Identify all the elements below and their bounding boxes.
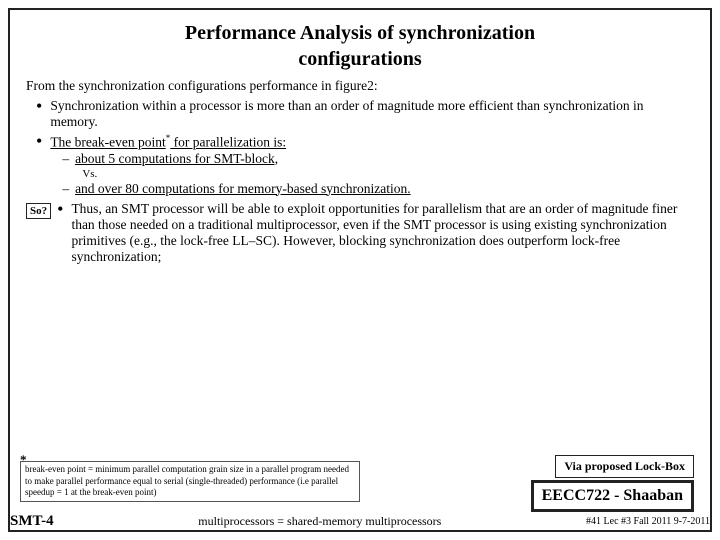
- break-even-suffix: for parallelization is:: [170, 135, 286, 150]
- vs-text: Vs.: [82, 168, 694, 180]
- title-line2: configurations: [298, 48, 421, 70]
- bullet-text-1: Synchronization within a processor is mo…: [50, 98, 694, 130]
- footnote-box: break-even point = minimum parallel comp…: [20, 461, 360, 502]
- bullet-dot-2: •: [36, 131, 42, 152]
- bullet-item-2: • The break-even point* for parallelizat…: [36, 133, 694, 198]
- so-text: Thus, an SMT processor will be able to e…: [71, 201, 694, 265]
- intro-text: From the synchronization configurations …: [26, 78, 694, 94]
- bottom-center: multiprocessors = shared-memory multipro…: [198, 514, 441, 529]
- title-line1: Performance Analysis of synchronization: [185, 22, 535, 44]
- bullet-list: • Synchronization within a processor is …: [36, 98, 694, 198]
- smt-label: SMT-4: [10, 513, 54, 530]
- main-container: Performance Analysis of synchronization …: [8, 8, 712, 532]
- sub-text-2: and over 80 computations for memory-base…: [75, 181, 411, 197]
- slide-title: Performance Analysis of synchronization …: [26, 20, 694, 72]
- via-box: Via proposed Lock-Box: [555, 455, 694, 478]
- bullet-dot-1: •: [36, 96, 42, 117]
- dash-2: –: [62, 181, 69, 197]
- sub-text-1: about 5 computations for SMT-block,: [75, 151, 278, 167]
- eecc-box: EECC722 - Shaaban: [531, 480, 694, 512]
- bottom-bar: SMT-4 multiprocessors = shared-memory mu…: [10, 513, 710, 530]
- dash-line-2: – and over 80 computations for memory-ba…: [62, 181, 694, 197]
- lec-info: #41 Lec #3 Fall 2011 9-7-2011: [586, 516, 710, 527]
- dash-1: –: [62, 151, 69, 167]
- so-bullet-dot: •: [57, 199, 63, 220]
- bullet-item-1: • Synchronization within a processor is …: [36, 98, 694, 130]
- so-row: So? • Thus, an SMT processor will be abl…: [26, 201, 694, 265]
- break-even-label: The break-even point: [50, 135, 165, 150]
- bullet-text-2: The break-even point* for parallelizatio…: [50, 133, 694, 198]
- dash-line-1: – about 5 computations for SMT-block,: [62, 151, 694, 167]
- so-badge: So?: [26, 203, 51, 219]
- sub-items: – about 5 computations for SMT-block, Vs…: [62, 151, 694, 197]
